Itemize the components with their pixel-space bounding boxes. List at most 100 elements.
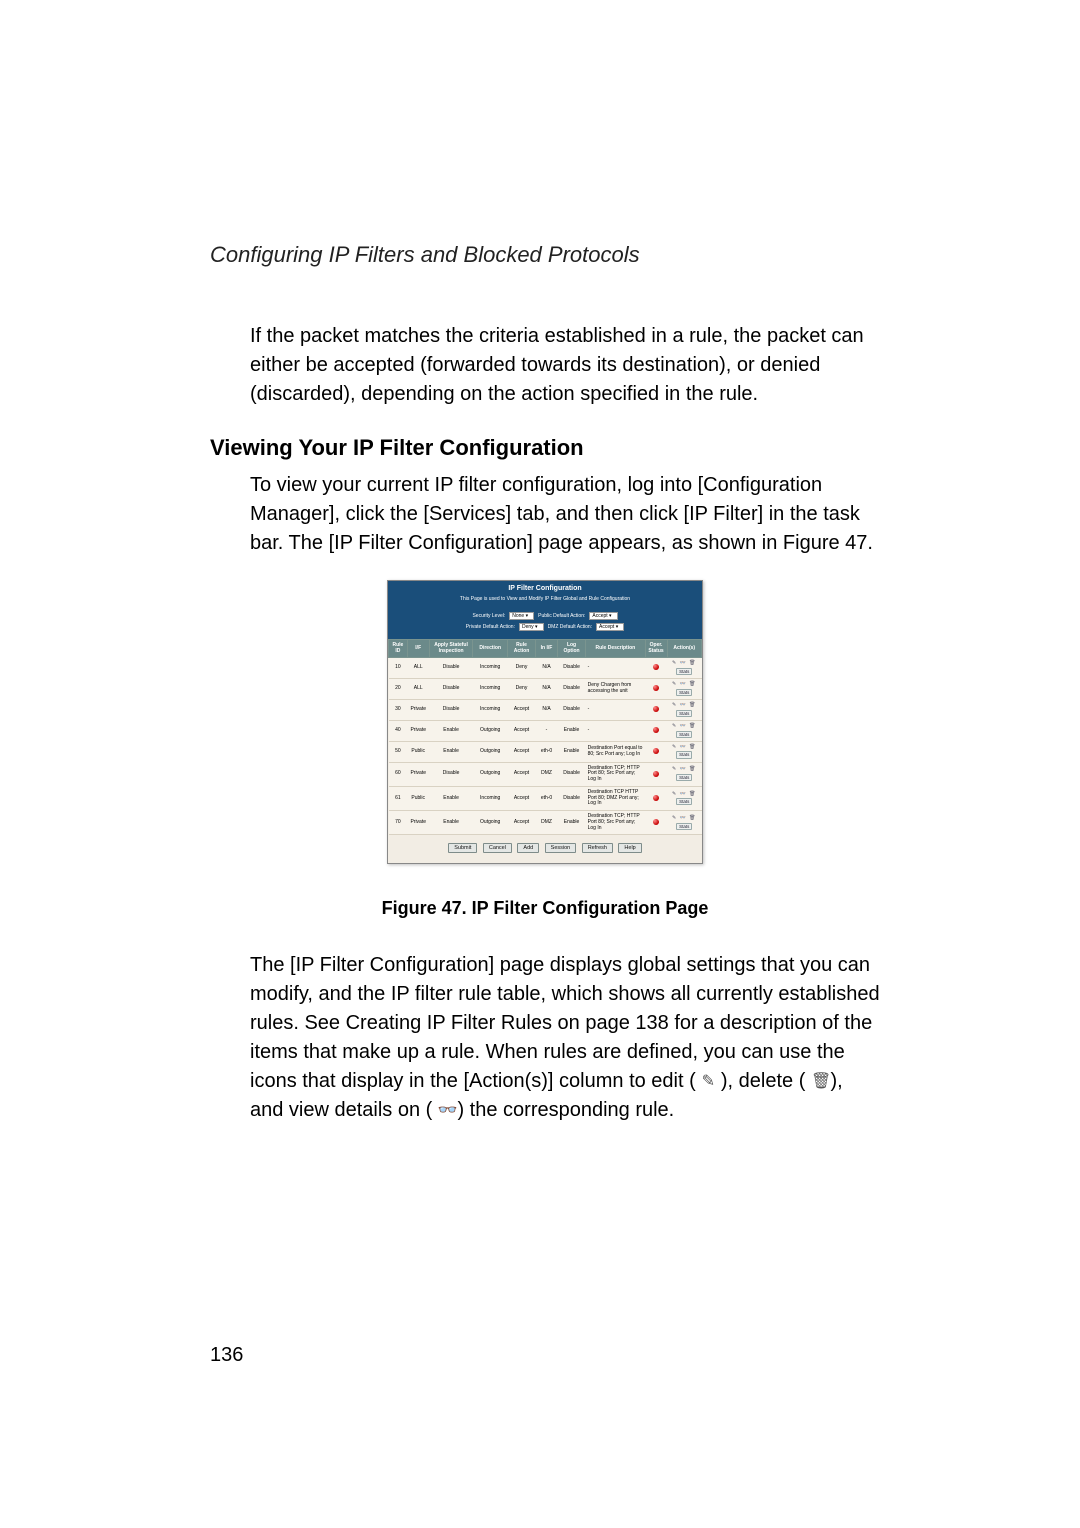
col-actions: Action(s) [667,640,702,658]
col-oper-status: Oper. Status [645,640,667,658]
table-cell: eth-0 [536,741,558,762]
table-cell: Incoming [473,786,507,810]
table-cell: Destination TCP; HTTP Port 80; Src Port … [586,811,645,835]
status-dot-icon [653,771,659,777]
table-cell: Disable [557,762,585,786]
row-action-icons[interactable]: ✎ 👓 🗑 [672,792,697,798]
table-cell: Enable [429,741,473,762]
desc-text-5: ) the corresponding rule. [457,1099,674,1121]
table-cell: Disable [557,658,585,679]
table-cell: 10 [389,658,408,679]
table-cell: Incoming [473,658,507,679]
table-row: 30PrivateDisableIncomingAcceptN/ADisable… [389,699,702,720]
help-button[interactable]: Help [618,843,641,853]
stats-button[interactable]: Stats [676,774,692,781]
col-apply: Apply Stateful Inspection [429,640,473,658]
table-cell: Disable [429,658,473,679]
col-rule-action: Rule Action [507,640,535,658]
oper-status-cell [645,720,667,741]
table-cell: Incoming [473,678,507,699]
stats-button[interactable]: Stats [676,710,692,717]
private-default-label: Private Default Action: [466,624,515,630]
row-action-icons[interactable]: ✎ 👓 🗑 [672,767,697,773]
oper-status-cell [645,811,667,835]
edit-icon: ✎ [701,1070,715,1093]
row-action-icons[interactable]: ✎ 👓 🗑 [672,745,697,751]
actions-cell: ✎ 👓 🗑Stats [667,762,702,786]
table-cell: Incoming [473,699,507,720]
figure-caption: Figure 47. IP Filter Configuration Page [210,898,880,919]
table-cell: Enable [557,720,585,741]
table-cell: Enable [429,720,473,741]
window-subtitle: This Page is used to View and Modify IP … [388,596,702,608]
col-direction: Direction [473,640,507,658]
table-cell: Outgoing [473,811,507,835]
table-cell: Enable [557,741,585,762]
window-button-row: Submit Cancel Add Session Refresh Help [388,843,702,853]
actions-cell: ✎ 👓 🗑Stats [667,741,702,762]
table-cell: N/A [536,678,558,699]
table-cell: Accept [507,699,535,720]
session-button[interactable]: Session [545,843,577,853]
row-action-icons[interactable]: ✎ 👓 🗑 [672,703,697,709]
stats-button[interactable]: Stats [676,731,692,738]
stats-button[interactable]: Stats [676,798,692,805]
table-cell: DMZ [536,762,558,786]
row-action-icons[interactable]: ✎ 👓 🗑 [672,682,697,688]
col-in-if: In I/F [536,640,558,658]
table-row: 70PrivateEnableOutgoingAcceptDMZEnableDe… [389,811,702,835]
table-cell: 40 [389,720,408,741]
status-dot-icon [653,795,659,801]
table-header-row: Rule ID I/F Apply Stateful Inspection Di… [389,640,702,658]
table-cell: N/A [536,658,558,679]
table-cell: Enable [429,811,473,835]
table-cell: - [536,720,558,741]
stats-button[interactable]: Stats [676,751,692,758]
submit-button[interactable]: Submit [448,843,477,853]
stats-button[interactable]: Stats [676,689,692,696]
table-cell: Disable [429,762,473,786]
table-cell: - [586,699,645,720]
private-default-select[interactable]: Deny ▾ [519,623,544,631]
status-dot-icon [653,664,659,670]
refresh-button[interactable]: Refresh [582,843,613,853]
table-cell: DMZ [536,811,558,835]
viewing-paragraph: To view your current IP filter configura… [250,471,880,558]
oper-status-cell [645,658,667,679]
ip-filter-config-window: IP Filter Configuration This Page is use… [387,580,703,864]
stats-button[interactable]: Stats [676,668,692,675]
table-cell: Destination Port equal to 80; Src Port a… [586,741,645,762]
desc-text-3: ), delete ( [721,1070,805,1092]
col-if: I/F [407,640,429,658]
row-action-icons[interactable]: ✎ 👓 🗑 [672,724,697,730]
actions-cell: ✎ 👓 🗑Stats [667,678,702,699]
cancel-button[interactable]: Cancel [483,843,512,853]
table-cell: Deny [507,658,535,679]
table-cell: Public [407,786,429,810]
dmz-default-label: DMZ Default Action: [548,624,592,630]
table-row: 60PrivateDisableOutgoingAcceptDMZDisable… [389,762,702,786]
table-cell: ALL [407,658,429,679]
intro-paragraph: If the packet matches the criteria estab… [250,322,880,409]
actions-cell: ✎ 👓 🗑Stats [667,786,702,810]
row-action-icons[interactable]: ✎ 👓 🗑 [672,661,697,667]
table-cell: Private [407,720,429,741]
table-row: 61PublicEnableIncomingAccepteth-0Disable… [389,786,702,810]
row-action-icons[interactable]: ✎ 👓 🗑 [672,816,697,822]
table-cell: 50 [389,741,408,762]
add-button[interactable]: Add [517,843,539,853]
table-row: 10ALLDisableIncomingDenyN/ADisable-✎ 👓 🗑… [389,658,702,679]
dmz-default-select[interactable]: Accept ▾ [596,623,624,631]
actions-cell: ✎ 👓 🗑Stats [667,658,702,679]
table-cell: Public [407,741,429,762]
figure-47: IP Filter Configuration This Page is use… [210,580,880,919]
status-dot-icon [653,706,659,712]
oper-status-cell [645,699,667,720]
oper-status-cell [645,762,667,786]
public-default-select[interactable]: Accept ▾ [589,612,617,620]
security-level-label: Security Level: [472,613,505,619]
table-cell: ALL [407,678,429,699]
stats-button[interactable]: Stats [676,823,692,830]
security-level-select[interactable]: None ▾ [509,612,534,620]
table-cell: 60 [389,762,408,786]
